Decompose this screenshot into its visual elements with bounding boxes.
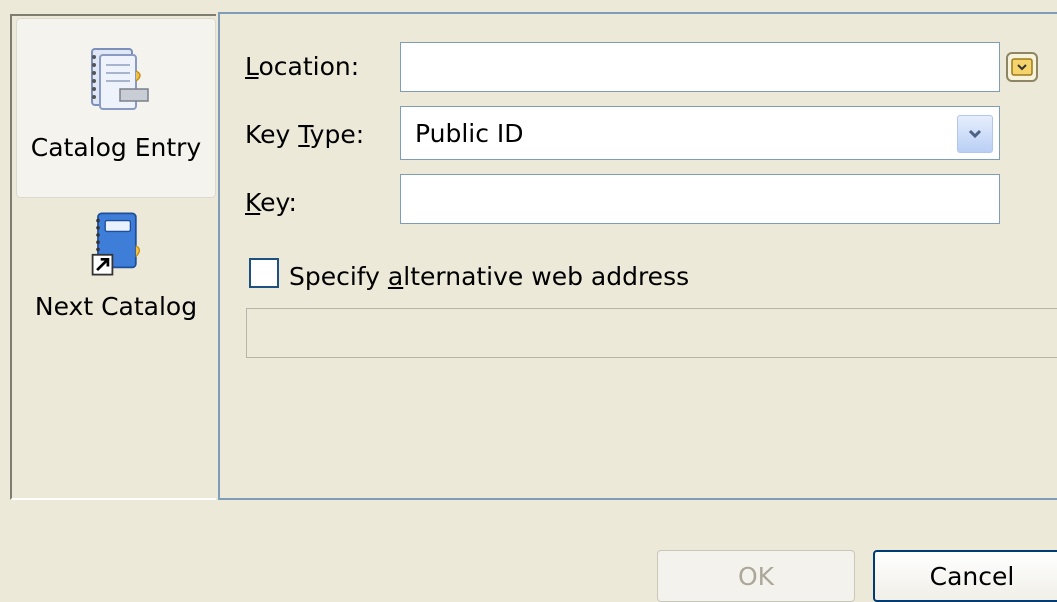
location-label: Location: [245,52,360,81]
ok-button[interactable]: OK [657,550,855,602]
sidebar-item-catalog-entry[interactable]: Catalog Entry [16,18,216,198]
location-input[interactable] [400,42,1000,92]
key-type-label: Key Type: [245,120,365,149]
alternative-web-address-checkbox[interactable] [249,258,279,288]
folder-icon [1011,58,1033,76]
alternative-web-address-input[interactable] [246,308,1057,358]
browse-button[interactable] [1006,52,1038,82]
catalog-entry-icon [91,48,149,110]
catalog-type-sidebar: Catalog Entry Next Catalog [10,14,216,500]
cancel-button[interactable]: Cancel [873,550,1057,602]
dropdown-button[interactable] [957,115,993,153]
key-label: Key: [245,188,297,217]
alternative-web-address-label: Specify alternative web address [289,262,690,291]
next-catalog-icon [91,212,141,276]
key-input[interactable] [400,174,1000,224]
sidebar-item-label: Next Catalog [34,292,198,321]
chevron-down-icon [968,129,982,139]
sidebar-item-next-catalog[interactable]: Next Catalog [16,204,216,364]
key-type-value: Public ID [415,119,524,148]
sidebar-item-label: Catalog Entry [30,133,202,162]
key-type-select[interactable]: Public ID [400,106,1000,160]
